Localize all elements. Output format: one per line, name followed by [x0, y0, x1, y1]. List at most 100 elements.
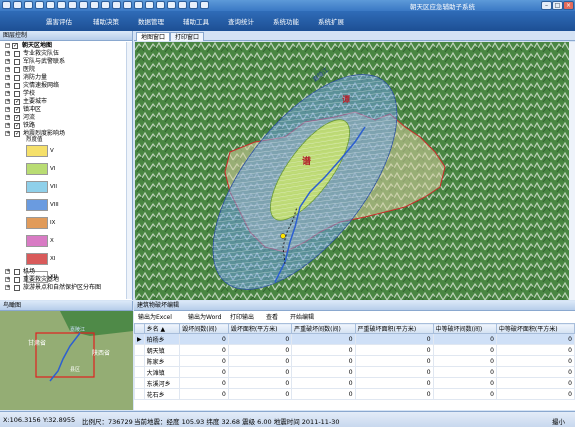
layer-checkbox[interactable]: [14, 114, 20, 122]
value-cell[interactable]: 0: [432, 355, 497, 367]
print-tool-icon[interactable]: [156, 1, 165, 9]
layer-checkbox[interactable]: [14, 277, 20, 283]
value-cell[interactable]: 0: [227, 333, 293, 345]
layer-item[interactable]: + 河流: [0, 114, 125, 122]
table-row[interactable]: 东溪河乡 0 0 0 0 0 0: [134, 377, 575, 389]
expand-icon[interactable]: +: [5, 99, 10, 104]
column-header[interactable]: 乡名 ▲: [143, 323, 181, 334]
expand-icon[interactable]: +: [5, 75, 10, 80]
layer-item[interactable]: + 军队与武警联系: [0, 58, 125, 66]
print-output-button[interactable]: 打印输出: [230, 312, 254, 321]
value-cell[interactable]: 0: [432, 366, 497, 378]
menu-damage-assessment[interactable]: 震害评估: [46, 16, 72, 26]
layer-checkbox[interactable]: [14, 285, 20, 291]
value-cell[interactable]: 0: [227, 377, 293, 389]
layer-item[interactable]: + 消防力量: [0, 74, 125, 82]
layer-item[interactable]: + 灾情速报网络: [0, 82, 125, 90]
identify-tool-icon[interactable]: [101, 1, 110, 9]
row-indicator[interactable]: [134, 388, 145, 400]
layer-checkbox[interactable]: [14, 269, 20, 275]
clear-tool-icon[interactable]: [134, 1, 143, 9]
menu-decision-support[interactable]: 辅助决策: [93, 16, 119, 26]
table-row[interactable]: 陈家乡 0 0 0 0 0 0: [134, 355, 575, 367]
layer-checkbox[interactable]: [14, 98, 20, 106]
expand-icon[interactable]: +: [5, 115, 10, 120]
refresh-tool-icon[interactable]: [178, 1, 187, 9]
forward-tool-icon[interactable]: [90, 1, 99, 9]
expand-icon[interactable]: +: [5, 59, 10, 64]
layer-checkbox[interactable]: [14, 91, 20, 97]
column-header[interactable]: 毁坏间数(间): [179, 323, 229, 334]
value-cell[interactable]: 0: [179, 333, 229, 345]
value-cell[interactable]: 0: [227, 355, 293, 367]
town-name-cell[interactable]: 东溪河乡: [143, 377, 181, 389]
town-name-cell[interactable]: 朝天镇: [143, 344, 181, 356]
value-cell[interactable]: 0: [495, 344, 575, 356]
layer-checkbox[interactable]: [14, 106, 20, 114]
value-cell[interactable]: 0: [432, 333, 497, 345]
search-tool-icon[interactable]: [189, 1, 198, 9]
expand-icon[interactable]: +: [5, 131, 10, 136]
value-cell[interactable]: 0: [354, 355, 434, 367]
value-cell[interactable]: 0: [179, 377, 229, 389]
expand-icon[interactable]: +: [5, 67, 10, 72]
layer-item[interactable]: + 机场: [0, 268, 125, 276]
layer-checkbox[interactable]: [14, 75, 20, 81]
column-header[interactable]: 毁坏面积(平方米): [227, 323, 293, 334]
layer-checkbox[interactable]: [14, 122, 20, 130]
value-cell[interactable]: 0: [432, 377, 497, 389]
tree-root[interactable]: − 朝天区地图: [0, 42, 133, 50]
value-cell[interactable]: 0: [179, 355, 229, 367]
value-cell[interactable]: 0: [354, 366, 434, 378]
export-word-button[interactable]: 输出为Word: [188, 312, 221, 321]
layer-item[interactable]: +地震烈度影响场: [0, 130, 125, 138]
home-tool-icon[interactable]: [2, 1, 11, 9]
map-canvas[interactable]: 嘉陵江 谭 谱: [135, 42, 575, 300]
zoom-in-tool-icon[interactable]: [35, 1, 44, 9]
root-checkbox[interactable]: [12, 42, 18, 50]
value-cell[interactable]: 0: [291, 388, 356, 400]
town-name-cell[interactable]: 大滩镇: [143, 366, 181, 378]
value-cell[interactable]: 0: [291, 344, 356, 356]
pan-tool-icon[interactable]: [57, 1, 66, 9]
expand-icon[interactable]: +: [5, 277, 10, 282]
expand-icon[interactable]: +: [5, 269, 10, 274]
value-cell[interactable]: 0: [354, 377, 434, 389]
value-cell[interactable]: 0: [432, 344, 497, 356]
layer-item[interactable]: + 学校: [0, 90, 125, 98]
back-tool-icon[interactable]: [79, 1, 88, 9]
layer-item[interactable]: + 旅游景点和自然保护区分布图: [0, 284, 125, 292]
menu-system-functions[interactable]: 系统功能: [273, 16, 299, 26]
value-cell[interactable]: 0: [354, 388, 434, 400]
close-button[interactable]: ×: [563, 1, 574, 10]
layer-checkbox[interactable]: [14, 83, 20, 89]
value-cell[interactable]: 0: [495, 366, 575, 378]
menu-system-extension[interactable]: 系统扩展: [318, 16, 344, 26]
overview-map[interactable]: 甘肃省 陕西省 嘉陵江 县区: [0, 311, 133, 410]
layer-scrollbar[interactable]: [126, 42, 132, 299]
layer-checkbox[interactable]: [14, 59, 20, 65]
layer-item[interactable]: + 重要救灾基地: [0, 276, 125, 284]
map-scrollbar[interactable]: [569, 42, 575, 300]
select-tool-icon[interactable]: [123, 1, 132, 9]
column-header[interactable]: 中等破坏面积(平方米): [495, 323, 575, 334]
layer-item[interactable]: + 专业救灾队伍: [0, 50, 125, 58]
expand-icon[interactable]: +: [5, 91, 10, 96]
start-edit-button[interactable]: 开始编辑: [290, 312, 314, 321]
value-cell[interactable]: 0: [291, 377, 356, 389]
town-name-cell[interactable]: 陈家乡: [143, 355, 181, 367]
help-tool-icon[interactable]: [200, 1, 209, 9]
column-header[interactable]: 严重破坏间数(间): [291, 323, 356, 334]
value-cell[interactable]: 0: [354, 344, 434, 356]
open-tool-icon[interactable]: [13, 1, 22, 9]
value-cell[interactable]: 0: [291, 333, 356, 345]
collapse-icon[interactable]: −: [5, 43, 10, 48]
layer-item[interactable]: + 医院: [0, 66, 125, 74]
value-cell[interactable]: 0: [179, 388, 229, 400]
maximize-button[interactable]: □: [552, 1, 563, 10]
row-indicator[interactable]: [134, 377, 145, 389]
tab-print-window[interactable]: 打印窗口: [170, 32, 205, 41]
row-indicator[interactable]: [134, 344, 145, 356]
tab-map-window[interactable]: 地图窗口: [136, 32, 171, 41]
expand-icon[interactable]: +: [5, 123, 10, 128]
